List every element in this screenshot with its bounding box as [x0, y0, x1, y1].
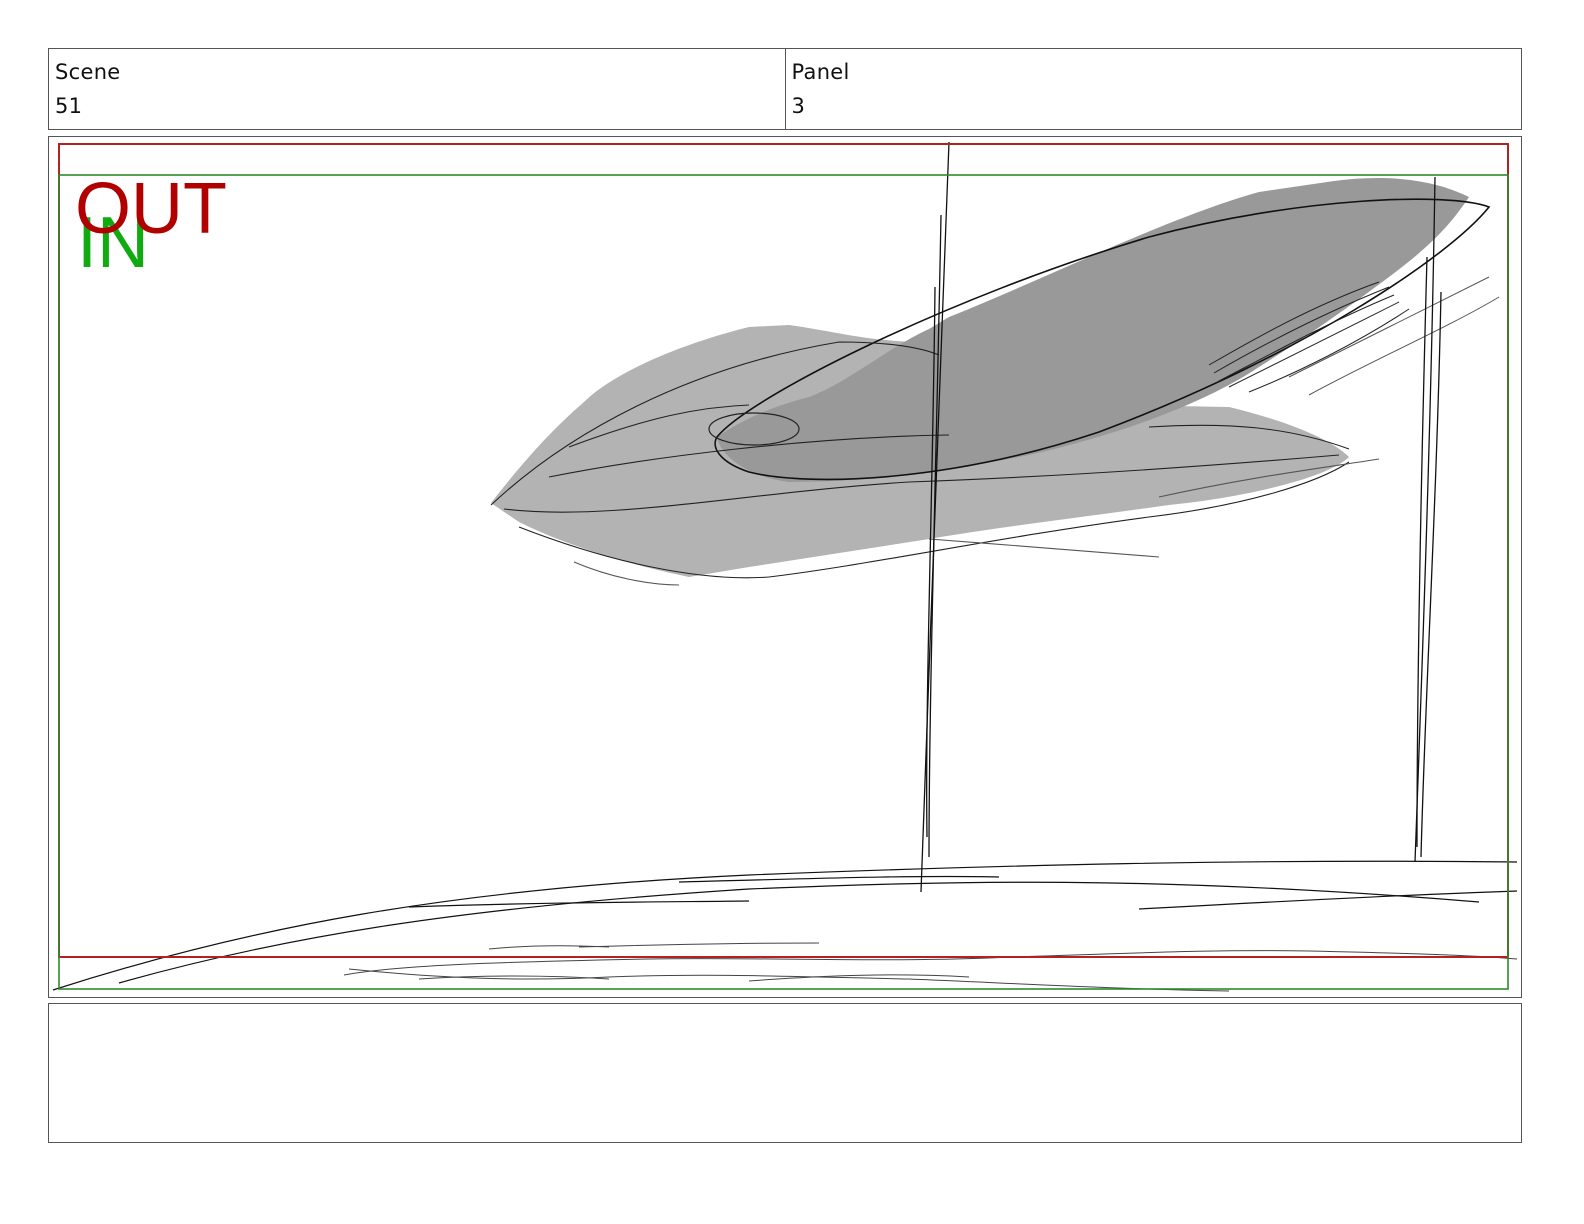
fuselage-line-8 — [928, 538, 1160, 558]
panel-cell: Panel 3 — [784, 49, 1522, 129]
storyboard-panel[interactable]: IN OUT — [48, 136, 1522, 998]
panel-header: Scene 51 Panel 3 — [48, 48, 1522, 130]
scene-cell: Scene 51 — [49, 49, 785, 129]
scene-label: Scene — [55, 60, 121, 84]
pole-line-4 — [1414, 176, 1436, 863]
ground-scribble-2 — [348, 968, 1230, 992]
aircraft-wing-fill — [717, 178, 1469, 482]
out-frame-label: OUT — [75, 169, 227, 249]
panel-canvas[interactable]: IN OUT — [49, 137, 1521, 997]
scene-number[interactable]: 51 — [55, 89, 779, 123]
ground-line-1 — [52, 860, 1518, 991]
ground-line-2 — [118, 881, 1480, 984]
panel-number[interactable]: 3 — [792, 89, 1516, 123]
ground-scribble-1 — [343, 950, 1518, 976]
panel-label: Panel — [791, 60, 850, 84]
ground-scribbles — [343, 942, 1518, 992]
ground-line-3 — [678, 875, 1000, 883]
ground-scribble-4 — [578, 942, 820, 948]
ground-lines — [52, 860, 1518, 991]
panel-notes-area[interactable] — [48, 1003, 1522, 1143]
